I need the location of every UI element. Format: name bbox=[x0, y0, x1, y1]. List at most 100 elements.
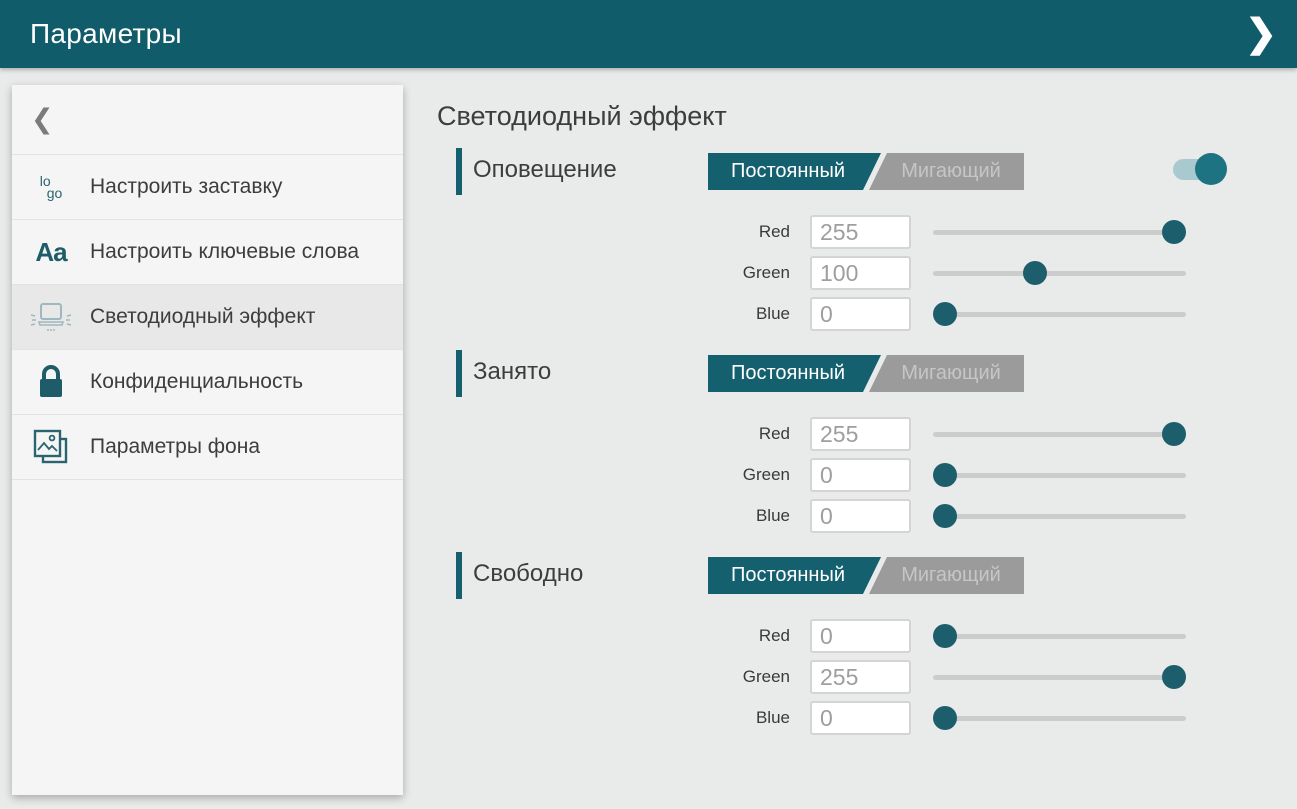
sidebar-item-privacy[interactable]: Конфиденциальность bbox=[12, 350, 403, 415]
channel-value-input[interactable] bbox=[810, 458, 911, 492]
channel-slider[interactable] bbox=[933, 701, 1186, 735]
led-section-busy: Занято Мигающий Постоянный Red Green bbox=[456, 350, 1197, 552]
section-accent-bar bbox=[456, 350, 462, 397]
slider-thumb[interactable] bbox=[1162, 422, 1186, 446]
channel-row-red: Red bbox=[456, 215, 1197, 249]
slider-thumb[interactable] bbox=[933, 706, 957, 730]
sidebar-item-label: Конфиденциальность bbox=[90, 369, 303, 395]
slider-thumb[interactable] bbox=[1023, 261, 1047, 285]
monitor-icon bbox=[29, 301, 73, 333]
back-chevron-icon: ❮ bbox=[31, 104, 54, 135]
enable-toggle[interactable] bbox=[1173, 152, 1227, 186]
content-area: ❮ logo Настроить заставку Aa Настроить к… bbox=[0, 68, 1297, 809]
channel-value-input[interactable] bbox=[810, 660, 911, 694]
slider-track bbox=[933, 675, 1186, 680]
channel-value-input[interactable] bbox=[810, 297, 911, 331]
mode-option-constant-label: Постоянный bbox=[708, 355, 868, 392]
channel-row-green: Green bbox=[456, 660, 1197, 694]
sidebar-item-icon-slot bbox=[12, 428, 90, 466]
sidebar-item-icon-slot bbox=[12, 364, 90, 400]
aa-letters-icon: Aa bbox=[35, 237, 66, 268]
channel-row-blue: Blue bbox=[456, 499, 1197, 533]
mode-option-blinking-label: Мигающий bbox=[878, 153, 1024, 190]
sidebar-item-background[interactable]: Параметры фона bbox=[12, 415, 403, 480]
slider-thumb[interactable] bbox=[933, 624, 957, 648]
sidebar-item-label: Настроить заставку bbox=[90, 174, 282, 200]
slider-thumb[interactable] bbox=[1162, 665, 1186, 689]
mode-segmented-control: Мигающий Постоянный bbox=[708, 153, 1024, 190]
settings-sidebar: ❮ logo Настроить заставку Aa Настроить к… bbox=[12, 85, 403, 795]
section-title: Занято bbox=[473, 358, 551, 386]
channel-slider[interactable] bbox=[933, 499, 1186, 533]
channel-value-input[interactable] bbox=[810, 215, 911, 249]
channel-slider[interactable] bbox=[933, 297, 1186, 331]
mode-option-constant-label: Постоянный bbox=[708, 557, 868, 594]
slider-track bbox=[933, 230, 1186, 235]
slider-thumb[interactable] bbox=[1162, 220, 1186, 244]
channel-row-green: Green bbox=[456, 458, 1197, 492]
channel-value-input[interactable] bbox=[810, 417, 911, 451]
logo-text-icon: logo bbox=[40, 175, 63, 199]
channel-slider[interactable] bbox=[933, 256, 1186, 290]
mode-option-constant-label: Постоянный bbox=[708, 153, 868, 190]
channel-slider[interactable] bbox=[933, 215, 1186, 249]
channel-value-input[interactable] bbox=[810, 619, 911, 653]
channel-label: Green bbox=[456, 660, 790, 694]
channel-value-input[interactable] bbox=[810, 701, 911, 735]
channel-slider[interactable] bbox=[933, 660, 1186, 694]
led-section-free: Свободно Мигающий Постоянный Red Green bbox=[456, 552, 1197, 754]
lock-icon bbox=[35, 364, 67, 400]
channel-label: Blue bbox=[456, 297, 790, 331]
channel-label: Red bbox=[456, 619, 790, 653]
channel-label: Red bbox=[456, 417, 790, 451]
channel-slider[interactable] bbox=[933, 619, 1186, 653]
sidebar-item-label: Параметры фона bbox=[90, 434, 260, 460]
channel-slider[interactable] bbox=[933, 417, 1186, 451]
channel-row-red: Red bbox=[456, 417, 1197, 451]
slider-thumb[interactable] bbox=[933, 302, 957, 326]
channel-label: Blue bbox=[456, 499, 790, 533]
channel-row-green: Green bbox=[456, 256, 1197, 290]
slider-track bbox=[933, 514, 1186, 519]
channel-row-red: Red bbox=[456, 619, 1197, 653]
mode-segmented-control: Мигающий Постоянный bbox=[708, 557, 1024, 594]
sidebar-item-keywords[interactable]: Aa Настроить ключевые слова bbox=[12, 220, 403, 285]
slider-track bbox=[933, 634, 1186, 639]
mode-segmented-control: Мигающий Постоянный bbox=[708, 355, 1024, 392]
images-icon bbox=[32, 428, 70, 466]
sidebar-item-label: Светодиодный эффект bbox=[90, 304, 315, 330]
channel-value-input[interactable] bbox=[810, 256, 911, 290]
slider-track bbox=[933, 312, 1186, 317]
sidebar-items: logo Настроить заставку Aa Настроить клю… bbox=[12, 155, 403, 480]
sidebar-item-label: Настроить ключевые слова bbox=[90, 239, 359, 265]
section-accent-bar bbox=[456, 148, 462, 195]
app-bar: Параметры ❯ bbox=[0, 0, 1297, 68]
slider-thumb[interactable] bbox=[933, 504, 957, 528]
slider-thumb[interactable] bbox=[933, 463, 957, 487]
slider-track bbox=[933, 716, 1186, 721]
channel-label: Red bbox=[456, 215, 790, 249]
sidebar-item-icon-slot bbox=[12, 301, 90, 333]
section-title: Свободно bbox=[473, 560, 583, 588]
mode-option-blinking-label: Мигающий bbox=[878, 355, 1024, 392]
sidebar-item-splash[interactable]: logo Настроить заставку bbox=[12, 155, 403, 220]
section-title: Оповещение bbox=[473, 156, 617, 184]
section-accent-bar bbox=[456, 552, 462, 599]
channel-value-input[interactable] bbox=[810, 499, 911, 533]
led-section-notification: Оповещение Мигающий Постоянный Red Green bbox=[456, 148, 1197, 350]
channel-label: Green bbox=[456, 256, 790, 290]
page-title: Параметры bbox=[30, 18, 182, 50]
channel-label: Blue bbox=[456, 701, 790, 735]
sidebar-item-icon-slot: Aa bbox=[12, 237, 90, 268]
sidebar-back-button[interactable]: ❮ bbox=[12, 85, 403, 155]
slider-track bbox=[933, 271, 1186, 276]
sidebar-item-led-effect[interactable]: Светодиодный эффект bbox=[12, 285, 403, 350]
slider-track bbox=[933, 473, 1186, 478]
channel-slider[interactable] bbox=[933, 458, 1186, 492]
channel-row-blue: Blue bbox=[456, 701, 1197, 735]
forward-chevron-icon[interactable]: ❯ bbox=[1245, 0, 1277, 68]
sidebar-item-icon-slot: logo bbox=[12, 175, 90, 199]
channel-label: Green bbox=[456, 458, 790, 492]
slider-track bbox=[933, 432, 1186, 437]
mode-option-blinking-label: Мигающий bbox=[878, 557, 1024, 594]
